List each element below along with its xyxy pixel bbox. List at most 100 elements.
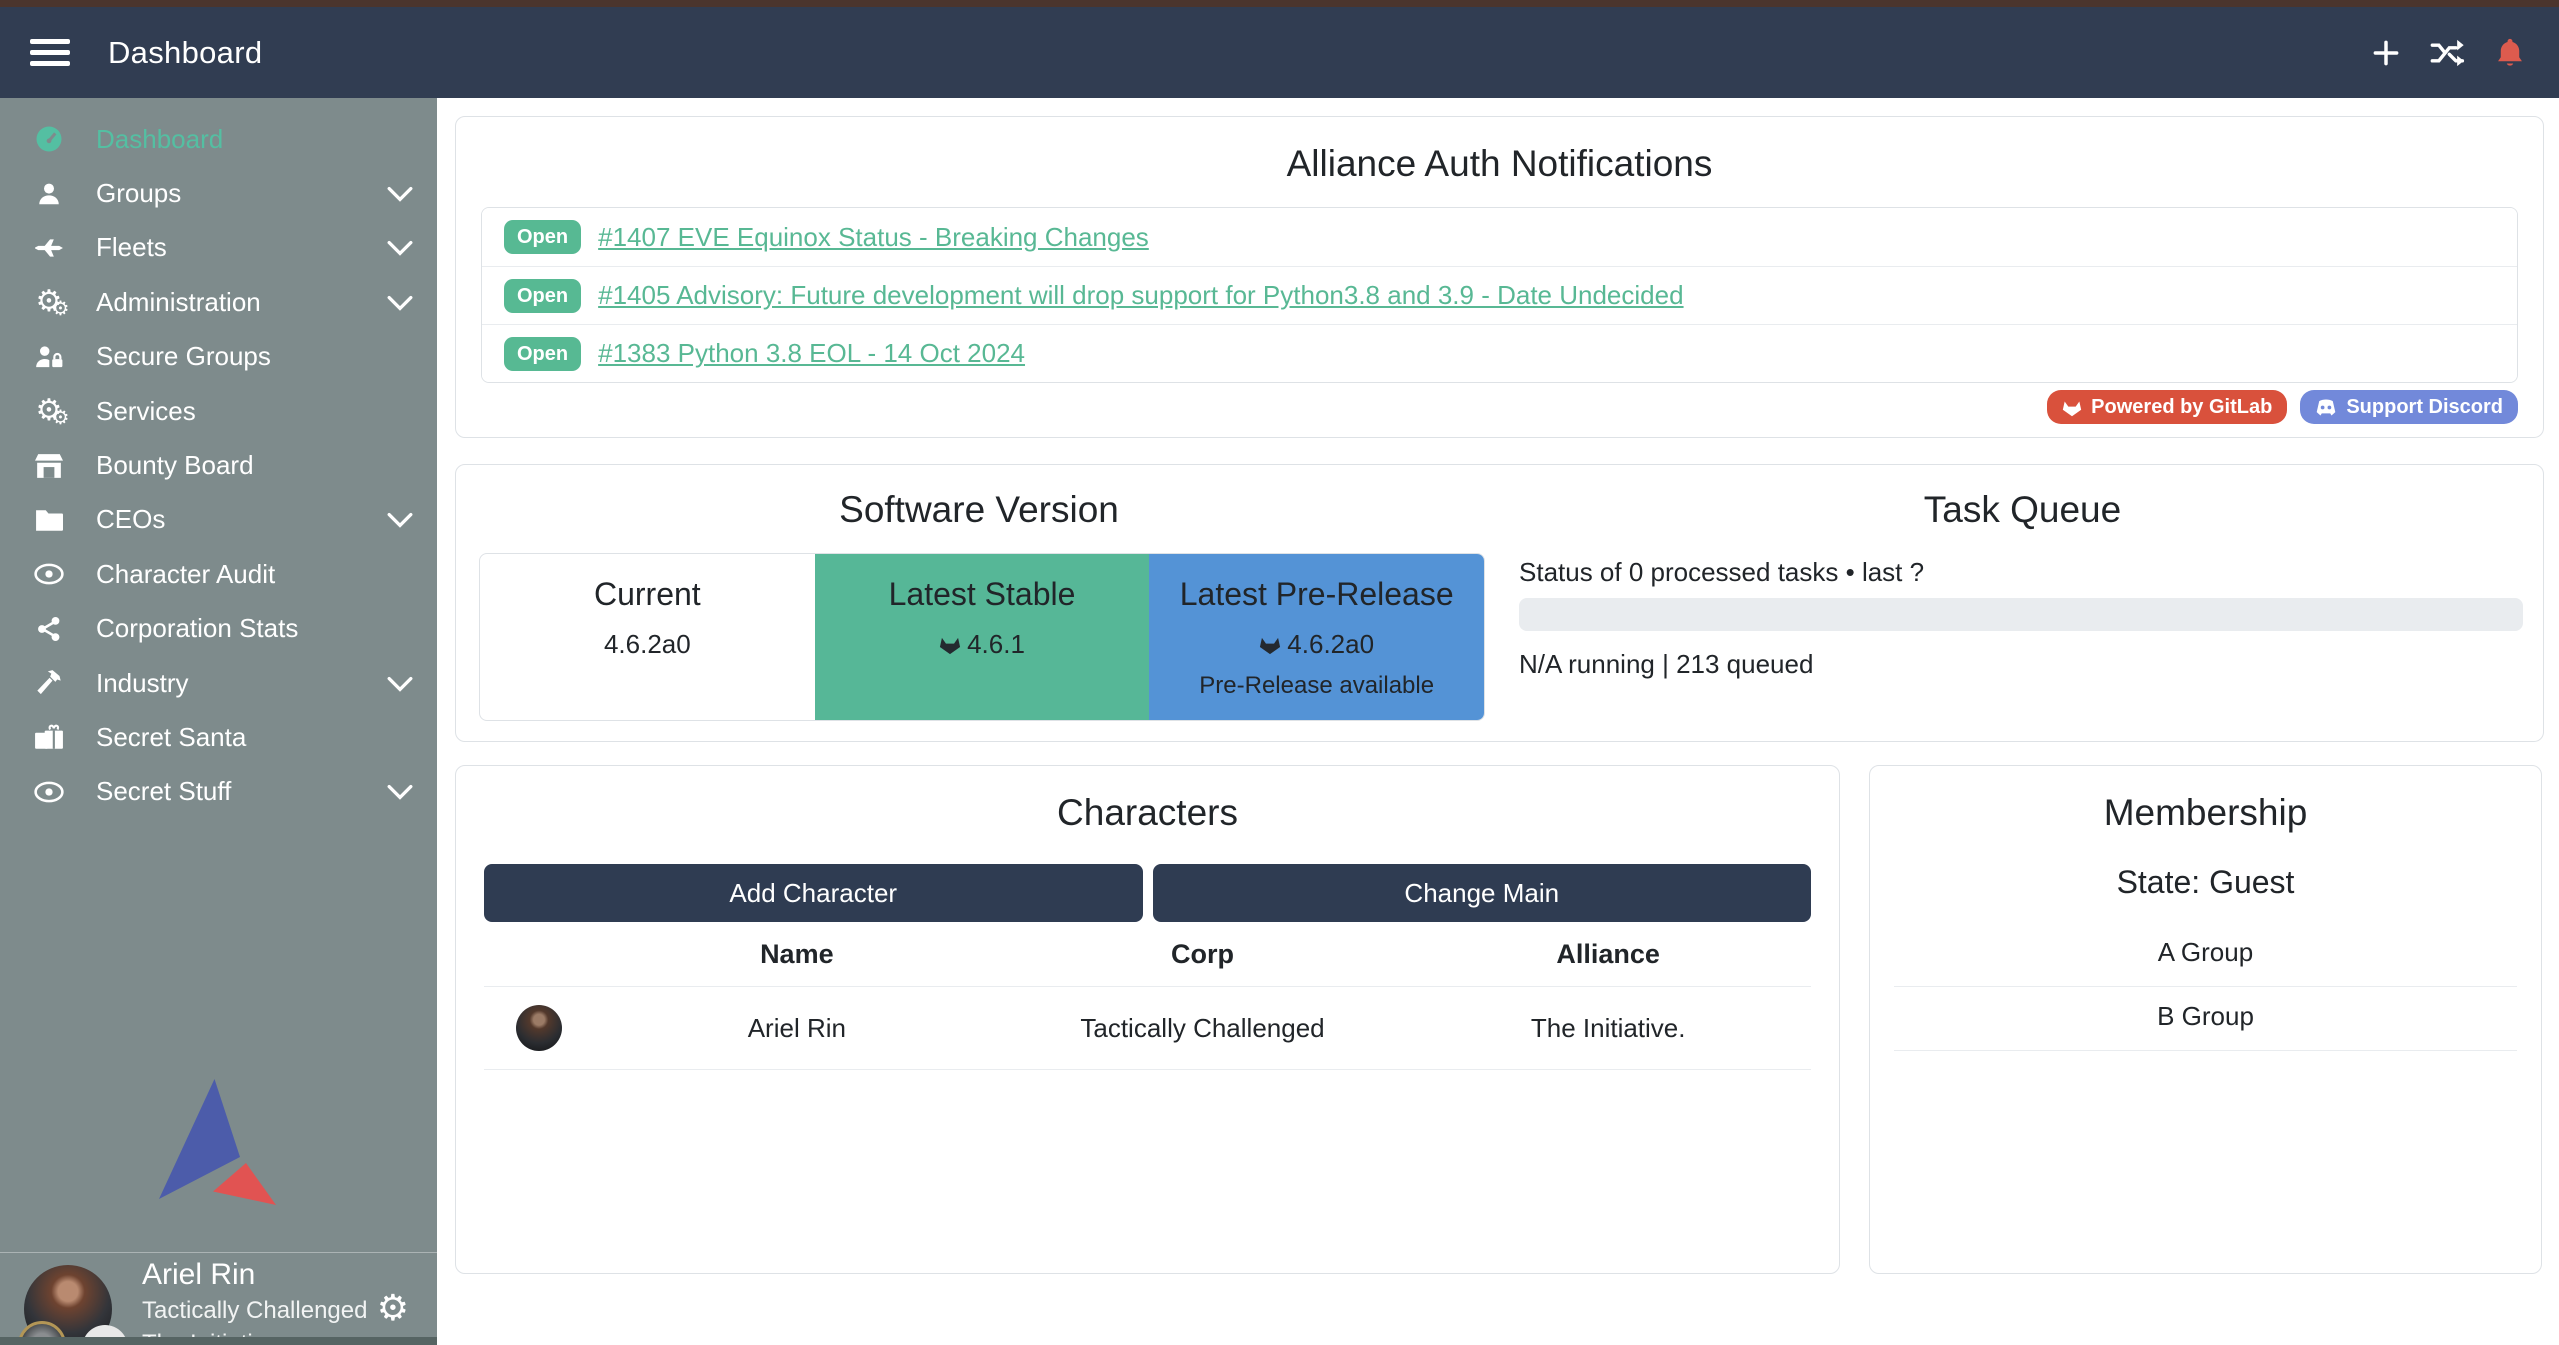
sidebar-item-label: Fleets xyxy=(96,232,167,263)
sidebar-item-services[interactable]: ⚙⚙ Services xyxy=(0,384,437,438)
sidebar-item-label: Bounty Board xyxy=(96,450,254,481)
store-icon xyxy=(26,453,72,479)
gears-icon: ⚙⚙ xyxy=(26,396,72,426)
sidebar-item-dashboard[interactable]: Dashboard xyxy=(0,112,437,166)
chevron-down-icon xyxy=(387,232,413,263)
sidebar-item-secret-stuff[interactable]: Secret Stuff xyxy=(0,765,437,819)
notifications-list: Open #1407 EVE Equinox Status - Breaking… xyxy=(481,207,2518,383)
software-version-title: Software Version xyxy=(456,489,1502,531)
sidebar-item-label: Corporation Stats xyxy=(96,613,298,644)
membership-group: A Group xyxy=(1894,923,2517,987)
notification-link[interactable]: #1383 Python 3.8 EOL - 14 Oct 2024 xyxy=(598,338,1025,369)
sidebar-item-label: Services xyxy=(96,396,196,427)
characters-title: Characters xyxy=(456,792,1839,834)
gitlab-tanuki-icon xyxy=(939,634,961,655)
folder-icon xyxy=(26,508,72,532)
notifications-title: Alliance Auth Notifications xyxy=(456,143,2543,185)
chevron-down-icon xyxy=(387,287,413,318)
user-settings-gear-icon[interactable]: ⚙ xyxy=(377,1290,409,1326)
chevron-down-icon xyxy=(387,668,413,699)
notification-row: Open #1405 Advisory: Future development … xyxy=(482,266,2517,324)
user-corp: Tactically Challenged xyxy=(142,1297,367,1325)
user-icon xyxy=(26,181,72,207)
sidebar-item-label: Industry xyxy=(96,668,189,699)
sidebar-item-label: Groups xyxy=(96,178,181,209)
eye-icon xyxy=(26,563,72,585)
character-alliance: The Initiative. xyxy=(1405,1013,1811,1044)
notification-link[interactable]: #1405 Advisory: Future development will … xyxy=(598,280,1683,311)
notifications-bell-icon[interactable] xyxy=(2493,36,2527,70)
characters-table-header: Name Corp Alliance xyxy=(484,922,1811,986)
hammer-icon xyxy=(26,669,72,697)
sidebar-bottom-strip xyxy=(0,1337,437,1345)
membership-title: Membership xyxy=(1870,792,2541,834)
sidebar-item-secret-santa[interactable]: Secret Santa xyxy=(0,710,437,764)
task-queue-counts: N/A running | 213 queued xyxy=(1519,649,1813,680)
character-row: Ariel Rin Tactically Challenged The Init… xyxy=(484,986,1811,1070)
membership-groups: A Group B Group xyxy=(1894,923,2517,1051)
version-prerelease-cell: Latest Pre-Release 4.6.2a0 Pre-Release a… xyxy=(1149,554,1484,720)
page-title: Dashboard xyxy=(108,35,262,71)
gears-icon: ⚙⚙ xyxy=(26,287,72,317)
eye-icon xyxy=(26,781,72,803)
sidebar-item-fleets[interactable]: Fleets xyxy=(0,221,437,275)
version-current-cell: Current 4.6.2a0 xyxy=(480,554,815,720)
top-accent-strip xyxy=(0,0,2559,7)
notifications-panel: Alliance Auth Notifications Open #1407 E… xyxy=(455,116,2544,438)
sidebar-item-administration[interactable]: ⚙⚙ Administration xyxy=(0,275,437,329)
user-lock-icon xyxy=(26,344,72,370)
alliance-logo xyxy=(143,1076,295,1208)
character-name: Ariel Rin xyxy=(594,1013,1000,1044)
header-alliance: Alliance xyxy=(1405,939,1811,970)
share-icon xyxy=(26,616,72,642)
version-stable-cell: Latest Stable 4.6.1 xyxy=(815,554,1150,720)
characters-table: Name Corp Alliance Ariel Rin Tactically … xyxy=(484,922,1811,1070)
user-avatar xyxy=(24,1265,120,1345)
characters-panel: Characters Add Character Change Main Nam… xyxy=(455,765,1840,1274)
sidebar-item-label: Secure Groups xyxy=(96,341,271,372)
user-name: Ariel Rin xyxy=(142,1258,367,1292)
gifts-icon xyxy=(26,724,72,750)
sidebar-item-corporation-stats[interactable]: Corporation Stats xyxy=(0,602,437,656)
sidebar-item-secure-groups[interactable]: Secure Groups xyxy=(0,330,437,384)
sidebar-item-character-audit[interactable]: Character Audit xyxy=(0,547,437,601)
powered-by-gitlab-badge[interactable]: Powered by GitLab xyxy=(2047,390,2287,424)
version-box: Current 4.6.2a0 Latest Stable 4.6.1 Late… xyxy=(479,553,1485,721)
notification-row: Open #1407 EVE Equinox Status - Breaking… xyxy=(482,208,2517,266)
chevron-down-icon xyxy=(387,776,413,807)
sidebar-item-groups[interactable]: Groups xyxy=(0,166,437,220)
membership-group: B Group xyxy=(1894,987,2517,1051)
status-badge: Open xyxy=(504,279,581,313)
gitlab-tanuki-icon xyxy=(1259,634,1281,655)
hamburger-menu-icon[interactable] xyxy=(30,33,70,72)
support-discord-badge[interactable]: Support Discord xyxy=(2300,390,2518,424)
sidebar-item-label: Administration xyxy=(96,287,261,318)
task-queue-progress-bar xyxy=(1519,598,2523,631)
notification-link[interactable]: #1407 EVE Equinox Status - Breaking Chan… xyxy=(598,222,1149,253)
character-avatar xyxy=(516,1005,562,1051)
chevron-down-icon xyxy=(387,178,413,209)
notification-row: Open #1383 Python 3.8 EOL - 14 Oct 2024 xyxy=(482,324,2517,382)
task-queue-status: Status of 0 processed tasks • last ? xyxy=(1519,557,1924,588)
sidebar-item-ceos[interactable]: CEOs xyxy=(0,493,437,547)
sidebar-item-industry[interactable]: Industry xyxy=(0,656,437,710)
add-character-plus-icon[interactable] xyxy=(2369,36,2403,70)
sidebar: Dashboard Groups Fleets ⚙⚙ Administ xyxy=(0,98,437,1345)
character-corp: Tactically Challenged xyxy=(1000,1013,1406,1044)
task-queue-title: Task Queue xyxy=(1502,489,2543,531)
gauge-icon xyxy=(26,124,72,154)
sidebar-item-label: Character Audit xyxy=(96,559,275,590)
switch-character-shuffle-icon[interactable] xyxy=(2431,36,2465,70)
add-character-button[interactable]: Add Character xyxy=(484,864,1143,922)
change-main-button[interactable]: Change Main xyxy=(1153,864,1812,922)
fighter-jet-icon xyxy=(26,236,72,260)
header-corp: Corp xyxy=(1000,939,1406,970)
status-badge: Open xyxy=(504,220,581,254)
sidebar-item-label: Secret Stuff xyxy=(96,776,231,807)
membership-state: State: Guest xyxy=(1870,864,2541,901)
software-taskqueue-panel: Software Version Current 4.6.2a0 Latest … xyxy=(455,464,2544,742)
sidebar-item-label: CEOs xyxy=(96,504,165,535)
discord-icon xyxy=(2315,399,2337,416)
main-content: Alliance Auth Notifications Open #1407 E… xyxy=(437,98,2559,1345)
sidebar-item-bounty-board[interactable]: Bounty Board xyxy=(0,438,437,492)
